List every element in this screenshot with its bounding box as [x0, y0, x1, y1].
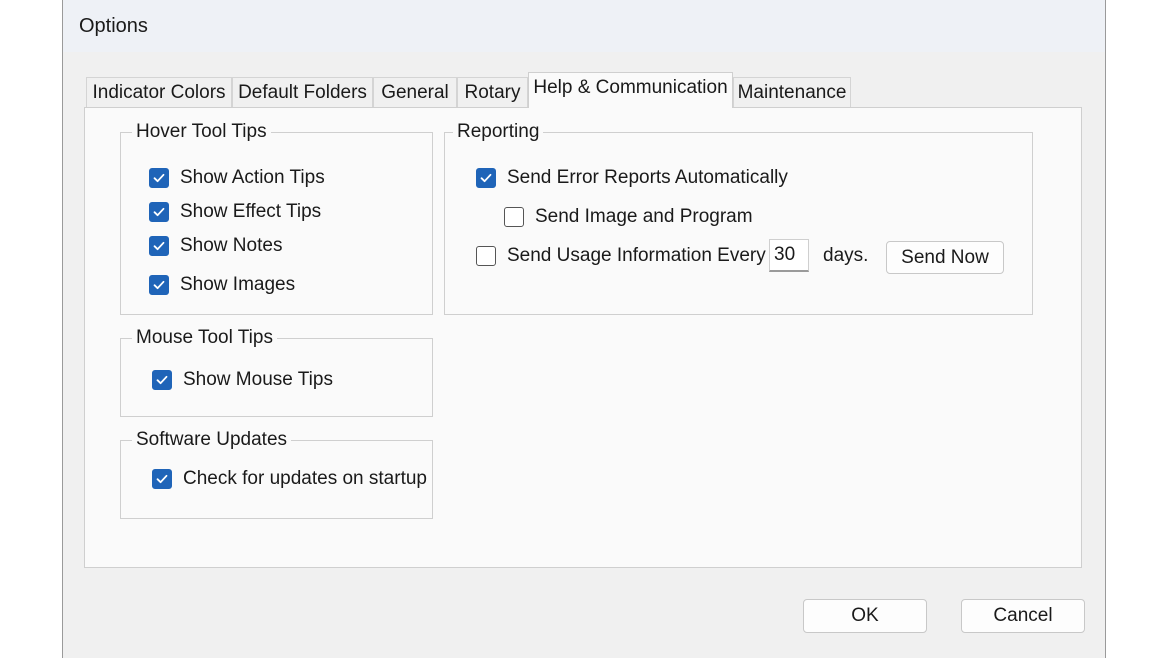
checkbox-label: Send Error Reports Automatically [507, 167, 788, 188]
checkbox-unchecked-icon [504, 207, 524, 227]
checkbox-label: Show Images [180, 274, 296, 295]
checkbox-label: Show Action Tips [180, 167, 325, 188]
checkbox-label: Check for updates on startup [183, 468, 427, 489]
checkbox-label: Show Notes [180, 235, 283, 256]
checkbox-checked-icon [149, 168, 169, 188]
group-title: Software Updates [132, 428, 292, 452]
checkbox-checked-icon [149, 275, 169, 295]
send-error-reports-checkbox[interactable]: Send Error Reports Automatically [476, 166, 788, 190]
show-images-checkbox[interactable]: Show Images [149, 273, 295, 297]
tab-rotary[interactable]: Rotary [457, 77, 528, 107]
tab-help-communication[interactable]: Help & Communication [528, 72, 733, 108]
options-dialog: Options Indicator Colors Default Folders… [62, 0, 1106, 658]
send-image-program-checkbox[interactable]: Send Image and Program [504, 205, 753, 229]
show-action-tips-checkbox[interactable]: Show Action Tips [149, 166, 325, 190]
checkbox-checked-icon [152, 469, 172, 489]
hover-tool-tips-group: Hover Tool Tips Show Action Tips Show Ef… [120, 120, 433, 315]
group-title: Hover Tool Tips [132, 120, 271, 144]
reporting-group: Reporting Send Error Reports Automatical… [444, 120, 1033, 315]
window-title: Options [79, 15, 148, 37]
cancel-button[interactable]: Cancel [961, 599, 1085, 633]
checkbox-label: Send Usage Information Every [507, 245, 766, 266]
show-effect-tips-checkbox[interactable]: Show Effect Tips [149, 200, 321, 224]
show-notes-checkbox[interactable]: Show Notes [149, 234, 282, 258]
checkbox-checked-icon [152, 370, 172, 390]
group-title: Mouse Tool Tips [132, 326, 277, 350]
checkbox-unchecked-icon [476, 246, 496, 266]
software-updates-group: Software Updates Check for updates on st… [120, 428, 433, 519]
tab-maintenance[interactable]: Maintenance [733, 77, 851, 107]
checkbox-checked-icon [476, 168, 496, 188]
tab-indicator-colors[interactable]: Indicator Colors [86, 77, 232, 107]
show-mouse-tips-checkbox[interactable]: Show Mouse Tips [152, 368, 333, 392]
group-title: Reporting [453, 120, 544, 144]
tab-general[interactable]: General [373, 77, 457, 107]
ok-button[interactable]: OK [803, 599, 927, 633]
send-usage-checkbox[interactable]: Send Usage Information Every [476, 244, 766, 268]
check-updates-checkbox[interactable]: Check for updates on startup [152, 467, 427, 491]
tab-default-folders[interactable]: Default Folders [232, 77, 373, 107]
tab-panel: Hover Tool Tips Show Action Tips Show Ef… [84, 107, 1082, 568]
title-bar[interactable]: Options [63, 0, 1105, 52]
checkbox-label: Show Effect Tips [180, 201, 322, 222]
send-now-button[interactable]: Send Now [886, 241, 1004, 274]
checkbox-checked-icon [149, 236, 169, 256]
checkbox-label: Show Mouse Tips [183, 369, 333, 390]
days-label: days. [823, 245, 869, 266]
mouse-tool-tips-group: Mouse Tool Tips Show Mouse Tips [120, 326, 433, 417]
checkbox-checked-icon [149, 202, 169, 222]
usage-days-input[interactable]: 30 [769, 239, 809, 272]
checkbox-label: Send Image and Program [535, 206, 753, 227]
